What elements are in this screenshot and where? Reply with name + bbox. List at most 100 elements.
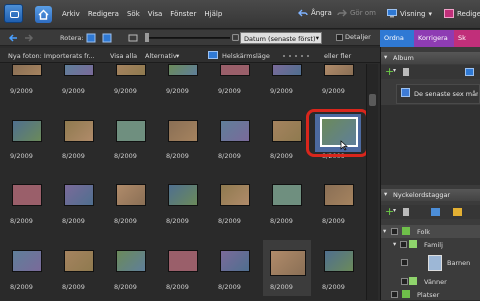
photo-thumbnail[interactable] bbox=[12, 250, 42, 272]
photo-thumbnail[interactable] bbox=[116, 64, 146, 76]
rotate-label: Rotera: bbox=[60, 34, 84, 42]
menu-item-edit[interactable]: Redigera bbox=[88, 10, 119, 18]
app-logo-icon[interactable] bbox=[4, 4, 23, 23]
edit-mode-button[interactable]: Redigera bbox=[444, 9, 480, 18]
keyword-checkbox[interactable] bbox=[401, 278, 408, 285]
album-header[interactable]: Album bbox=[381, 52, 480, 64]
scrollbar-thumb[interactable] bbox=[369, 94, 376, 106]
keyword-row-family[interactable]: ▾ Familj bbox=[381, 238, 480, 251]
add-chevron-icon: ▾ bbox=[393, 67, 397, 74]
back-arrow-icon[interactable] bbox=[8, 33, 18, 43]
photo-thumbnail[interactable] bbox=[12, 120, 42, 142]
details-toggle[interactable]: Detaljer bbox=[336, 33, 371, 41]
photo-date: 9/2009 bbox=[166, 87, 189, 95]
tab-organize[interactable]: Ordna bbox=[380, 30, 414, 47]
photo-date: 8/2009 bbox=[218, 217, 241, 225]
keyword-checkbox[interactable] bbox=[391, 291, 398, 298]
photo-thumbnail[interactable] bbox=[324, 64, 354, 76]
tab-fix[interactable]: Korrigera bbox=[414, 30, 454, 47]
keyword-checkbox[interactable] bbox=[400, 241, 407, 248]
fullscreen-button[interactable]: Helskärmsläge bbox=[222, 52, 270, 60]
photo-thumbnail[interactable] bbox=[324, 184, 354, 206]
photo-date: 9/2009 bbox=[270, 87, 293, 95]
menu-item-search[interactable]: Sök bbox=[127, 10, 140, 18]
people-tag-icon bbox=[402, 227, 410, 235]
photo-thumbnail[interactable] bbox=[220, 250, 250, 272]
redo-icon bbox=[337, 9, 347, 17]
photo-thumbnail[interactable] bbox=[272, 64, 302, 76]
expand-chevron-icon[interactable]: ▾ bbox=[393, 240, 396, 248]
smart-album-icon bbox=[401, 88, 410, 97]
photo-thumbnail[interactable] bbox=[116, 120, 146, 142]
keyword-checkbox[interactable] bbox=[391, 228, 398, 235]
expand-chevron-icon[interactable]: ▾ bbox=[383, 227, 386, 235]
tab-create[interactable]: Sk bbox=[454, 30, 480, 47]
options-menu[interactable]: Alternativ bbox=[145, 52, 177, 60]
photo-date: 8/2009 bbox=[114, 283, 137, 291]
menu-item-window[interactable]: Fönster bbox=[170, 10, 196, 18]
mouse-cursor-icon bbox=[340, 140, 348, 151]
edit-mode-label: Redigera bbox=[457, 9, 480, 18]
menu-item-view[interactable]: Visa bbox=[148, 10, 163, 18]
grid-scrollbar[interactable] bbox=[366, 64, 378, 300]
selection-highlight bbox=[306, 109, 369, 157]
small-thumbnail-icon[interactable] bbox=[128, 33, 138, 43]
show-all-button[interactable]: Visa alla bbox=[110, 52, 137, 60]
album-toolbar: + ▾ bbox=[381, 65, 480, 79]
fullscreen-icon[interactable] bbox=[208, 51, 218, 60]
thumbnail-size-slider[interactable] bbox=[145, 37, 230, 39]
home-button[interactable] bbox=[35, 6, 52, 23]
keyword-row-kids[interactable]: Barnen bbox=[381, 253, 480, 273]
view-mode-button[interactable]: Visning ▾ bbox=[387, 9, 432, 18]
tag-icon[interactable] bbox=[453, 208, 462, 216]
keyword-row-friends[interactable]: Vänner bbox=[381, 275, 480, 288]
photo-thumbnail[interactable] bbox=[116, 250, 146, 272]
slider-handle[interactable] bbox=[145, 33, 149, 42]
keyword-checkbox[interactable] bbox=[401, 259, 408, 266]
photo-thumbnail[interactable] bbox=[168, 120, 198, 142]
sort-order-select[interactable]: Datum (senaste först) bbox=[240, 32, 322, 44]
rotate-left-icon[interactable] bbox=[86, 33, 96, 43]
photo-thumbnail[interactable] bbox=[64, 184, 94, 206]
delete-album-icon[interactable] bbox=[403, 68, 409, 76]
photo-thumbnail[interactable] bbox=[220, 64, 250, 76]
photo-thumbnail[interactable] bbox=[168, 184, 198, 206]
filter-bar: Nya foton: Importerats fr... Visa alla A… bbox=[0, 48, 380, 63]
menu-item-help[interactable]: Hjälp bbox=[204, 10, 222, 18]
rotate-right-icon[interactable] bbox=[102, 33, 112, 43]
keyword-row-people[interactable]: ▾ Folk bbox=[381, 225, 480, 238]
details-checkbox[interactable] bbox=[336, 33, 343, 41]
photo-thumbnail[interactable] bbox=[116, 184, 146, 206]
photo-thumbnail[interactable] bbox=[272, 120, 302, 142]
kids-thumbnail-icon bbox=[428, 255, 442, 271]
delete-keyword-icon[interactable] bbox=[403, 208, 409, 216]
album-view-icon[interactable] bbox=[465, 68, 474, 76]
photo-thumbnail[interactable] bbox=[272, 184, 302, 206]
redo-button[interactable]: Gör om bbox=[337, 9, 376, 17]
photo-thumbnail[interactable] bbox=[168, 64, 198, 76]
photo-thumbnail[interactable] bbox=[168, 250, 198, 272]
import-source-text: Nya foton: Importerats fr... bbox=[8, 52, 95, 60]
photo-thumbnail[interactable] bbox=[324, 250, 354, 272]
photo-thumbnail[interactable] bbox=[220, 184, 250, 206]
photo-thumbnail[interactable] bbox=[270, 250, 306, 276]
photo-date: 8/2009 bbox=[114, 217, 137, 225]
large-thumbnail-icon[interactable] bbox=[232, 34, 239, 41]
photo-date: 9/2009 bbox=[114, 87, 137, 95]
undo-icon bbox=[298, 9, 308, 17]
edit-keyword-icon[interactable] bbox=[431, 208, 440, 216]
photo-thumbnail[interactable] bbox=[12, 64, 42, 76]
photo-thumbnail[interactable] bbox=[64, 64, 94, 76]
options-chevron-icon: ▾ bbox=[176, 52, 180, 60]
photo-thumbnail[interactable] bbox=[220, 120, 250, 142]
forward-arrow-icon[interactable] bbox=[24, 33, 34, 43]
photo-date: 9/2009 bbox=[10, 87, 33, 95]
photo-thumbnail[interactable] bbox=[64, 250, 94, 272]
photo-thumbnail[interactable] bbox=[12, 184, 42, 206]
keywords-header[interactable]: Nyckelordstaggar bbox=[381, 189, 480, 201]
photo-thumbnail[interactable] bbox=[64, 120, 94, 142]
menu-item-file[interactable]: Arkiv bbox=[62, 10, 80, 18]
rating-stars[interactable] bbox=[283, 55, 309, 57]
undo-button[interactable]: Ångra bbox=[298, 9, 332, 17]
keyword-row-places[interactable]: Platser bbox=[381, 288, 480, 301]
